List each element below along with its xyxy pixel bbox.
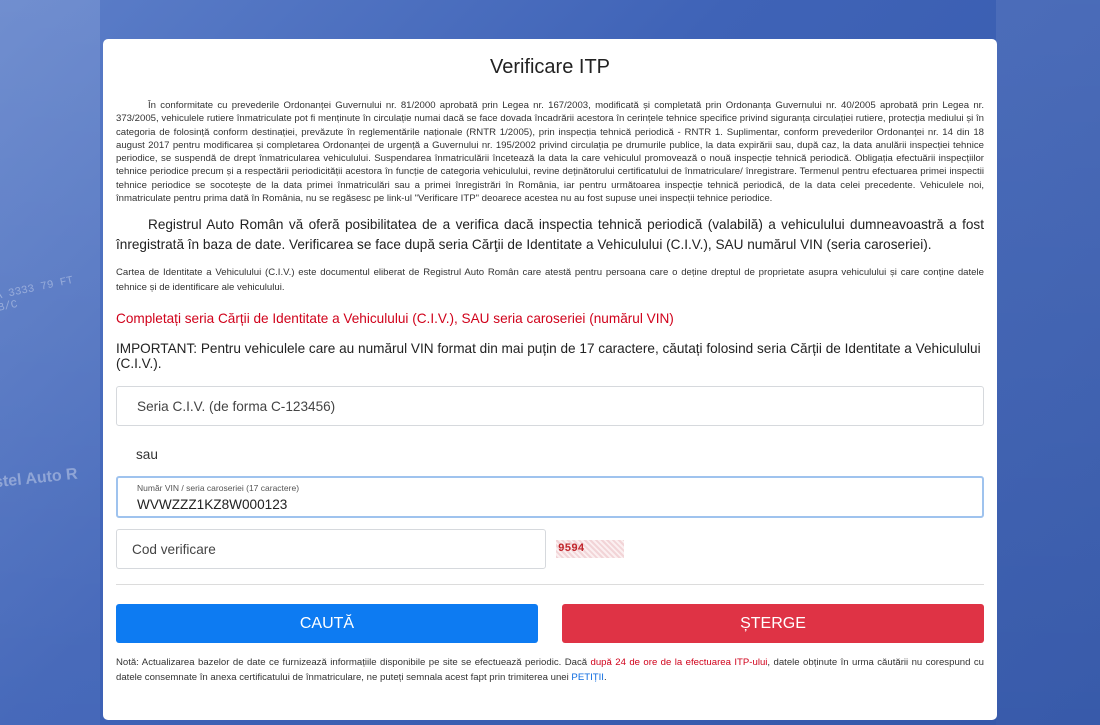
page-title: Verificare ITP bbox=[489, 56, 611, 78]
civ-series-placeholder: Seria C.I.V. (de forma C-123456) bbox=[137, 399, 336, 415]
verification-code-input[interactable]: Cod verificare bbox=[116, 529, 546, 570]
note-red-text: după 24 de ore de la efectuarea ITP-ului bbox=[590, 657, 768, 669]
civ-definition-paragraph: Cartea de Identitate a Vehiculului (C.I.… bbox=[116, 267, 984, 294]
vin-value: WVWZZZ1KZ8W000123 bbox=[137, 497, 288, 513]
update-note: Notă: Actualizarea bazelor de date ce fu… bbox=[116, 655, 984, 685]
important-notice: IMPORTANT: Pentru vehiculele care au num… bbox=[116, 341, 981, 372]
action-buttons: CAUTĂ ȘTERGE bbox=[116, 604, 984, 644]
captcha-image: 9594 bbox=[556, 540, 624, 559]
petition-link[interactable]: PETIȚII bbox=[571, 672, 604, 683]
civ-series-input[interactable]: Seria C.I.V. (de forma C-123456) bbox=[116, 386, 984, 427]
instruction-text: Completați seria Cărții de Identitate a … bbox=[116, 311, 674, 327]
search-button[interactable]: CAUTĂ bbox=[116, 604, 538, 644]
verification-code-row: Cod verificare 9594 bbox=[116, 529, 984, 570]
form-divider bbox=[116, 584, 984, 586]
clear-button[interactable]: ȘTERGE bbox=[562, 604, 984, 644]
verification-card: Verificare ITP În conformitate cu preved… bbox=[103, 39, 997, 720]
legal-intro-paragraph: În conformitate cu prevederile Ordonanțe… bbox=[116, 100, 984, 205]
or-separator-label: sau bbox=[136, 447, 158, 463]
background-left-panel bbox=[0, 0, 100, 725]
note-text-start: Notă: Actualizarea bazelor de date ce fu… bbox=[116, 657, 591, 669]
verification-code-placeholder: Cod verificare bbox=[132, 542, 216, 558]
background-right-panel bbox=[996, 0, 1100, 725]
vin-floating-label: Număr VIN / seria caroseriei (17 caracte… bbox=[137, 483, 300, 494]
vin-input[interactable]: Număr VIN / seria caroseriei (17 caracte… bbox=[116, 476, 984, 519]
service-intro-paragraph: Registrul Auto Român vă oferă posibilita… bbox=[116, 217, 984, 253]
note-text-end: . bbox=[603, 672, 607, 684]
